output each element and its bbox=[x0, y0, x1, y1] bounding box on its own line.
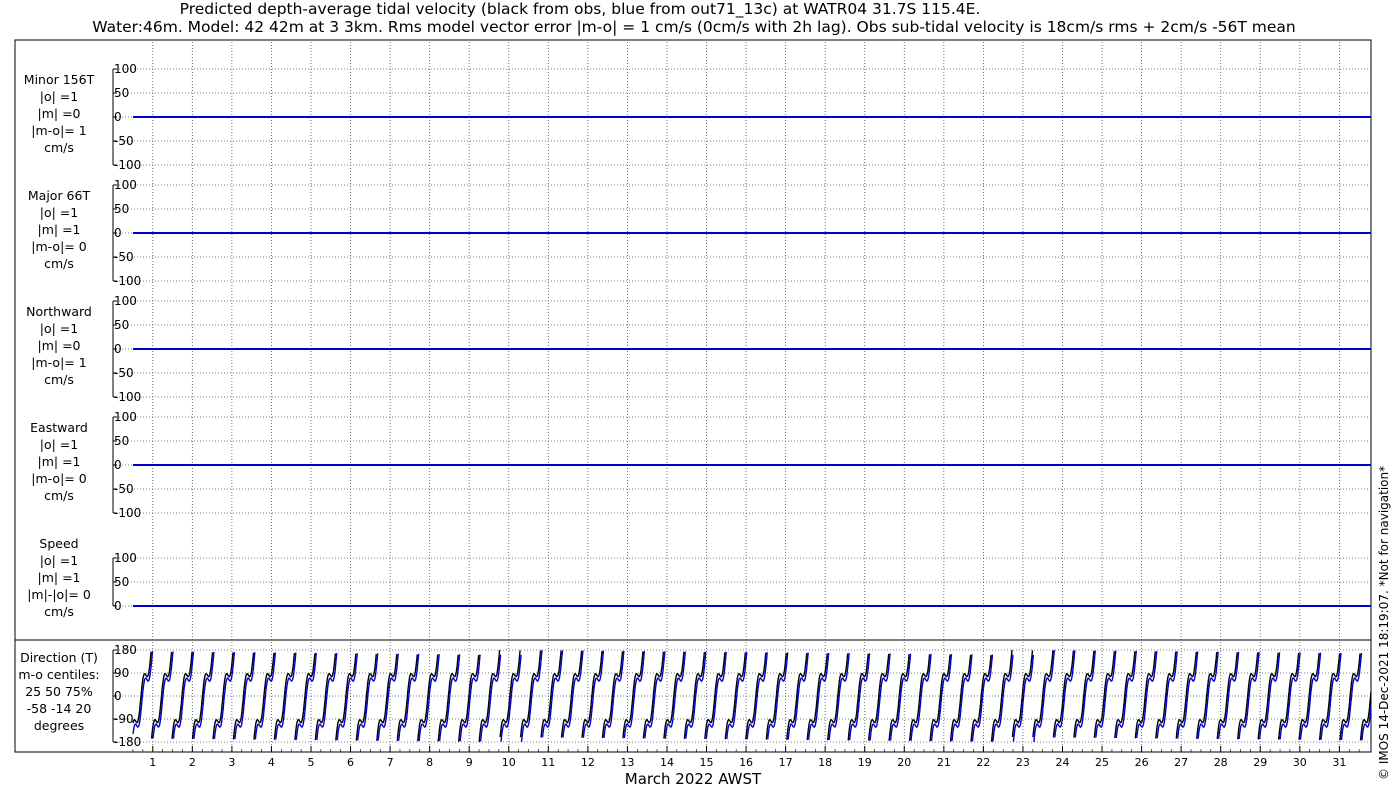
x-tick-label: 13 bbox=[620, 756, 634, 769]
x-tick-label: 4 bbox=[268, 756, 275, 769]
y-tick-label: 0 bbox=[114, 226, 122, 240]
panel-label-eastward: |o| =1 bbox=[40, 437, 78, 452]
y-tick-label: -50 bbox=[114, 366, 134, 380]
panel-label-speed: |m|-|o|= 0 bbox=[27, 587, 91, 602]
panel-label-minor: |m-o|= 1 bbox=[31, 123, 86, 138]
x-tick-label: 6 bbox=[347, 756, 354, 769]
x-tick-label: 24 bbox=[1055, 756, 1069, 769]
x-tick-label: 16 bbox=[739, 756, 753, 769]
y-tick-label: 0 bbox=[114, 458, 122, 472]
x-tick-label: 3 bbox=[228, 756, 235, 769]
y-tick-label: -100 bbox=[114, 274, 141, 288]
panel-label-eastward: |m-o|= 0 bbox=[31, 471, 86, 486]
panel-label-minor: cm/s bbox=[44, 140, 74, 155]
x-tick-label: 23 bbox=[1016, 756, 1030, 769]
y-tick-label: 0 bbox=[114, 599, 122, 613]
panel-label-minor: |o| =1 bbox=[40, 89, 78, 104]
y-tick-label: 50 bbox=[114, 434, 129, 448]
x-tick-label: 1 bbox=[149, 756, 156, 769]
y-tick-label: -50 bbox=[114, 134, 134, 148]
x-tick-label: 21 bbox=[937, 756, 951, 769]
x-tick-label: 5 bbox=[307, 756, 314, 769]
y-tick-label: 50 bbox=[114, 86, 129, 100]
y-tick-label: 100 bbox=[114, 410, 137, 424]
y-tick-label: 100 bbox=[114, 178, 137, 192]
y-tick-label: 100 bbox=[114, 294, 137, 308]
y-tick-label: -100 bbox=[114, 158, 141, 172]
y-tick-label: 0 bbox=[114, 110, 122, 124]
panel-label-northward: cm/s bbox=[44, 372, 74, 387]
x-tick-label: 18 bbox=[818, 756, 832, 769]
y-tick-label: -100 bbox=[114, 390, 141, 404]
x-tick-label: 8 bbox=[426, 756, 433, 769]
x-tick-label: 19 bbox=[858, 756, 872, 769]
panel-label-northward: Northward bbox=[26, 304, 92, 319]
x-tick-label: 10 bbox=[502, 756, 516, 769]
panel-label-speed: Speed bbox=[39, 536, 78, 551]
axis-layer: 1 2 3 4 5 6 7 8 9 10 11 12 13 14 15 16 17 18 19 20 21 22 23 24 2… bbox=[112, 62, 1360, 769]
x-tick-label: 25 bbox=[1095, 756, 1109, 769]
x-tick-label: 2 bbox=[189, 756, 196, 769]
panel-label-speed: |o| =1 bbox=[40, 553, 78, 568]
x-tick-label: 7 bbox=[387, 756, 394, 769]
y-tick-label: 50 bbox=[114, 202, 129, 216]
y-tick-label: 100 bbox=[114, 551, 137, 565]
panel-label-speed: |m| =1 bbox=[38, 570, 81, 585]
panel-label-eastward: cm/s bbox=[44, 488, 74, 503]
x-tick-label: 9 bbox=[466, 756, 473, 769]
grid-layer bbox=[113, 42, 1371, 750]
panel-label-minor: Minor 156T bbox=[24, 72, 95, 87]
x-tick-label: 28 bbox=[1214, 756, 1228, 769]
x-tick-label: 30 bbox=[1293, 756, 1307, 769]
panel-label-direction: -58 -14 20 bbox=[27, 701, 92, 716]
y-tick-label: -100 bbox=[114, 506, 141, 520]
y-tick-label: 50 bbox=[114, 575, 129, 589]
y-tick-label: -50 bbox=[114, 250, 134, 264]
panel-label-eastward: |m| =1 bbox=[38, 454, 81, 469]
panel-label-direction: degrees bbox=[34, 718, 84, 733]
x-tick-label: 31 bbox=[1332, 756, 1346, 769]
y-tick-label: 50 bbox=[114, 318, 129, 332]
panel-label-minor: |m| =0 bbox=[38, 106, 81, 121]
x-tick-label: 17 bbox=[779, 756, 793, 769]
panel-label-northward: |m| =0 bbox=[38, 338, 81, 353]
x-tick-label: 20 bbox=[897, 756, 911, 769]
x-tick-label: 15 bbox=[700, 756, 714, 769]
panel-label-major: |o| =1 bbox=[40, 205, 78, 220]
y-tick-label: 0 bbox=[114, 689, 122, 703]
panel-label-major: |m-o|= 0 bbox=[31, 239, 86, 254]
x-tick-label: 12 bbox=[581, 756, 595, 769]
label-layer: Minor 156T |o| =1 |m| =0 |m-o|= 1 cm/s Major … bbox=[18, 72, 99, 733]
upper-frame bbox=[14, 39, 1372, 641]
y-tick-label: 90 bbox=[114, 666, 129, 680]
x-tick-label: 27 bbox=[1174, 756, 1188, 769]
panel-label-direction: 25 50 75% bbox=[25, 684, 93, 699]
panel-label-speed: cm/s bbox=[44, 604, 74, 619]
x-tick-label: 11 bbox=[541, 756, 555, 769]
y-tick-label: 0 bbox=[114, 342, 122, 356]
panel-label-direction: Direction (T) bbox=[20, 650, 98, 665]
series-layer bbox=[132, 115, 1372, 742]
x-axis-label: March 2022 AWST bbox=[625, 770, 762, 788]
panel-label-eastward: Eastward bbox=[30, 420, 88, 435]
panel-label-major: |m| =1 bbox=[38, 222, 81, 237]
panel-label-northward: |m-o|= 1 bbox=[31, 355, 86, 370]
y-tick-label: -50 bbox=[114, 482, 134, 496]
x-tick-label: 29 bbox=[1253, 756, 1267, 769]
x-tick-label: 22 bbox=[976, 756, 990, 769]
y-tick-label: 180 bbox=[114, 643, 137, 657]
x-tick-label: 14 bbox=[660, 756, 674, 769]
panel-label-northward: |o| =1 bbox=[40, 321, 78, 336]
panel-label-major: cm/s bbox=[44, 256, 74, 271]
y-tick-label: -90 bbox=[114, 712, 134, 726]
y-tick-label: 100 bbox=[114, 62, 137, 76]
x-tick-label: 26 bbox=[1135, 756, 1149, 769]
panel-label-direction: m-o centiles: bbox=[18, 667, 99, 682]
y-tick-label: -180 bbox=[114, 735, 141, 749]
tidal-velocity-chart: 1 2 3 4 5 6 7 8 9 10 11 12 13 14 15 16 17 18 19 20 21 22 23 24 2… bbox=[14, 39, 1391, 788]
copyright-note: © IMOS 14-Dec-2021 18:19:07. *Not for na… bbox=[1377, 466, 1391, 780]
panel-label-major: Major 66T bbox=[28, 188, 91, 203]
